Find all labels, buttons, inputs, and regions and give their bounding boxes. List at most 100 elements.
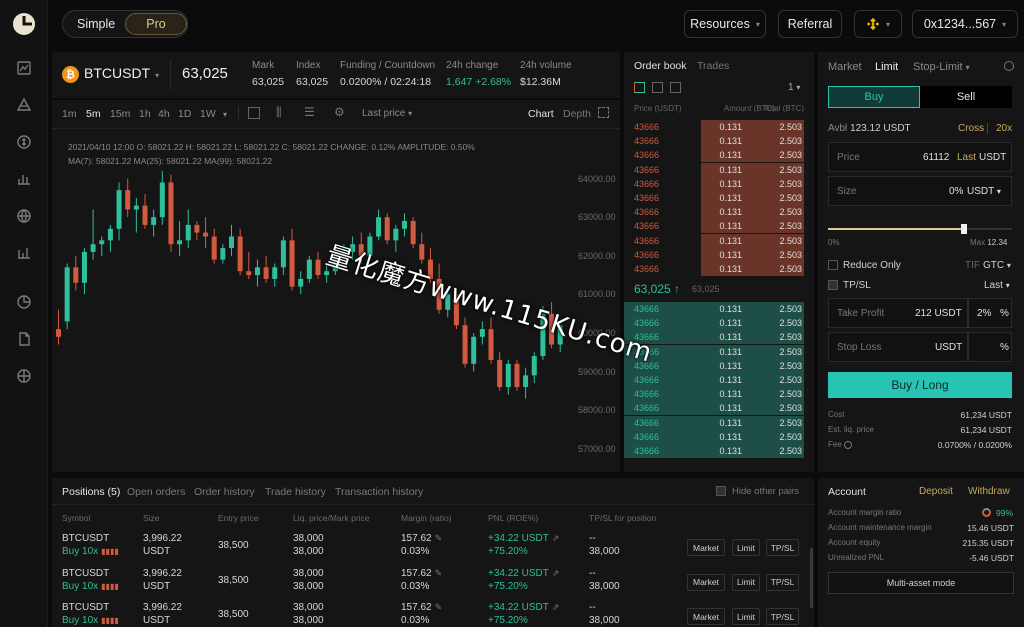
symbol-selector[interactable]: BTCUSDT ▾ bbox=[84, 65, 159, 81]
positions-tab-4[interactable]: Transaction history bbox=[335, 486, 423, 498]
share-icon[interactable]: ⇗ bbox=[552, 568, 560, 578]
bid-row[interactable]: 43666 0.131 2.503 bbox=[624, 415, 814, 430]
close-limit-button[interactable]: Limit bbox=[732, 573, 760, 591]
ask-row[interactable]: 43666 0.131 2.503 bbox=[624, 134, 814, 149]
deposit-link[interactable]: Deposit bbox=[919, 486, 953, 497]
stats-icon[interactable] bbox=[14, 243, 34, 263]
tab-order-book[interactable]: Order book bbox=[634, 60, 687, 72]
bid-row[interactable]: 43666 0.131 2.503 bbox=[624, 316, 814, 331]
book-asks-icon[interactable] bbox=[670, 82, 681, 93]
chain-selector[interactable]: ▾ bbox=[854, 10, 902, 38]
ask-row[interactable]: 43666 0.131 2.503 bbox=[624, 162, 814, 177]
edit-icon[interactable]: ✎ bbox=[435, 568, 443, 578]
tif-select[interactable]: GTC ▾ bbox=[983, 260, 1011, 271]
mode-simple[interactable]: Simple bbox=[77, 17, 115, 31]
edit-icon[interactable]: ✎ bbox=[435, 602, 443, 612]
bid-row[interactable]: 43666 0.131 2.503 bbox=[624, 358, 814, 373]
tpsl-mode-select[interactable]: Last ▾ bbox=[984, 280, 1010, 291]
price-axis-label: 62000.00 bbox=[578, 250, 616, 261]
depth-select[interactable]: 1 ▾ bbox=[788, 82, 800, 93]
close-market-button[interactable]: Market bbox=[687, 608, 725, 625]
bar-chart-icon[interactable] bbox=[14, 169, 34, 189]
tab-market[interactable]: Market bbox=[828, 61, 862, 73]
ask-row[interactable]: 43666 0.131 2.503 bbox=[624, 148, 814, 163]
book-both-icon[interactable] bbox=[634, 82, 645, 93]
table-row[interactable]: BTCUSDT Buy 10x ▮▮▮▮ 3,996.22 USDT 38,500 38,0… bbox=[52, 530, 814, 564]
tpsl-button[interactable]: TP/SL bbox=[766, 608, 799, 625]
positions-tab-3[interactable]: Trade history bbox=[265, 486, 326, 498]
network-icon[interactable] bbox=[14, 366, 34, 386]
book-bids-icon[interactable] bbox=[652, 82, 663, 93]
tab-limit[interactable]: Limit bbox=[875, 61, 898, 73]
logo-icon[interactable] bbox=[12, 12, 36, 36]
positions-tab-0[interactable]: Positions (5) bbox=[62, 486, 120, 498]
share-icon[interactable]: ⇗ bbox=[552, 533, 560, 543]
positions-tab-2[interactable]: Order history bbox=[194, 486, 255, 498]
hide-other-checkbox[interactable] bbox=[716, 486, 726, 496]
stop-loss-pct-field[interactable]: % bbox=[968, 332, 1012, 362]
candle bbox=[315, 251, 321, 279]
ask-row[interactable]: 43666 0.131 2.503 bbox=[624, 191, 814, 205]
price-last[interactable]: Last bbox=[957, 152, 976, 163]
ask-total: 2.503 bbox=[779, 249, 802, 260]
ask-row[interactable]: 43666 0.131 2.503 bbox=[624, 120, 814, 134]
tpsl-button[interactable]: TP/SL bbox=[766, 539, 799, 556]
info-icon[interactable] bbox=[844, 440, 853, 449]
tpsl-button[interactable]: TP/SL bbox=[766, 573, 799, 591]
ask-row[interactable]: 43666 0.131 2.503 bbox=[624, 262, 814, 276]
close-limit-button[interactable]: Limit bbox=[732, 608, 760, 625]
positions-tab-1[interactable]: Open orders bbox=[127, 486, 185, 498]
share-icon[interactable]: ⇗ bbox=[552, 602, 560, 612]
withdraw-link[interactable]: Withdraw bbox=[968, 486, 1010, 497]
mode-pro[interactable]: Pro bbox=[125, 13, 187, 35]
take-profit-field[interactable]: Take Profit 212 USDT bbox=[828, 298, 968, 328]
size-field[interactable]: Size 0% USDT ▾ bbox=[828, 176, 1012, 206]
close-limit-button[interactable]: Limit bbox=[732, 539, 760, 556]
wallet-button[interactable]: 0x1234...567 ▾ bbox=[912, 10, 1018, 38]
ask-row[interactable]: 43666 0.131 2.503 bbox=[624, 205, 814, 220]
size-unit-select[interactable]: USDT ▾ bbox=[967, 186, 1001, 197]
document-icon[interactable] bbox=[14, 329, 34, 349]
position-size: 3,996.22 bbox=[143, 602, 182, 613]
referral-button[interactable]: Referral bbox=[778, 10, 842, 38]
margin-mode[interactable]: Cross bbox=[958, 123, 984, 134]
bid-row[interactable]: 43666 0.131 2.503 bbox=[624, 401, 814, 416]
pyramid-icon[interactable] bbox=[14, 95, 34, 115]
edit-icon[interactable]: ✎ bbox=[435, 533, 443, 543]
resources-menu[interactable]: Resources ▾ bbox=[684, 10, 766, 38]
bid-row[interactable]: 43666 0.131 2.503 bbox=[624, 444, 814, 458]
tab-stop-limit[interactable]: Stop-Limit ▾ bbox=[913, 61, 970, 73]
chart-icon[interactable] bbox=[14, 58, 34, 78]
buy-long-button[interactable]: Buy / Long bbox=[828, 372, 1012, 398]
pie-icon[interactable] bbox=[14, 292, 34, 312]
bid-row[interactable]: 43666 0.131 2.503 bbox=[624, 302, 814, 316]
globe-icon[interactable] bbox=[14, 206, 34, 226]
ask-row[interactable]: 43666 0.131 2.503 bbox=[624, 176, 814, 191]
multi-asset-button[interactable]: Multi-asset mode bbox=[828, 572, 1014, 594]
ask-row[interactable]: 43666 0.131 2.503 bbox=[624, 233, 814, 248]
coin-icon[interactable] bbox=[14, 132, 34, 152]
table-row[interactable]: BTCUSDT Buy 10x ▮▮▮▮ 3,996.22 USDT 38,500 38,0… bbox=[52, 599, 814, 627]
size-slider-thumb[interactable] bbox=[961, 224, 968, 234]
leverage[interactable]: 20x bbox=[996, 123, 1012, 134]
bid-row[interactable]: 43666 0.131 2.503 bbox=[624, 387, 814, 402]
ask-row[interactable]: 43666 0.131 2.503 bbox=[624, 247, 814, 262]
take-profit-pct-field[interactable]: 2% % bbox=[968, 298, 1012, 328]
close-market-button[interactable]: Market bbox=[687, 539, 725, 556]
info-icon[interactable] bbox=[1004, 61, 1014, 71]
ask-row[interactable]: 43666 0.131 2.503 bbox=[624, 219, 814, 234]
tab-trades[interactable]: Trades bbox=[697, 60, 729, 72]
close-market-button[interactable]: Market bbox=[687, 573, 725, 591]
bid-row[interactable]: 43666 0.131 2.503 bbox=[624, 373, 814, 387]
reduce-only-checkbox[interactable] bbox=[828, 260, 838, 270]
candlestick-chart[interactable] bbox=[52, 100, 620, 472]
price-field[interactable]: Price 61112 Last USDT bbox=[828, 142, 1012, 172]
tpsl-checkbox[interactable] bbox=[828, 280, 838, 290]
chevron-down-icon: ▾ bbox=[1005, 281, 1010, 290]
bid-row[interactable]: 43666 0.131 2.503 bbox=[624, 429, 814, 444]
sell-tab[interactable]: Sell bbox=[920, 86, 1012, 108]
scrollbar[interactable] bbox=[810, 548, 813, 608]
table-row[interactable]: BTCUSDT Buy 10x ▮▮▮▮ 3,996.22 USDT 38,500 38,0… bbox=[52, 565, 814, 599]
stop-loss-field[interactable]: Stop Loss USDT bbox=[828, 332, 968, 362]
buy-tab[interactable]: Buy bbox=[828, 86, 920, 108]
